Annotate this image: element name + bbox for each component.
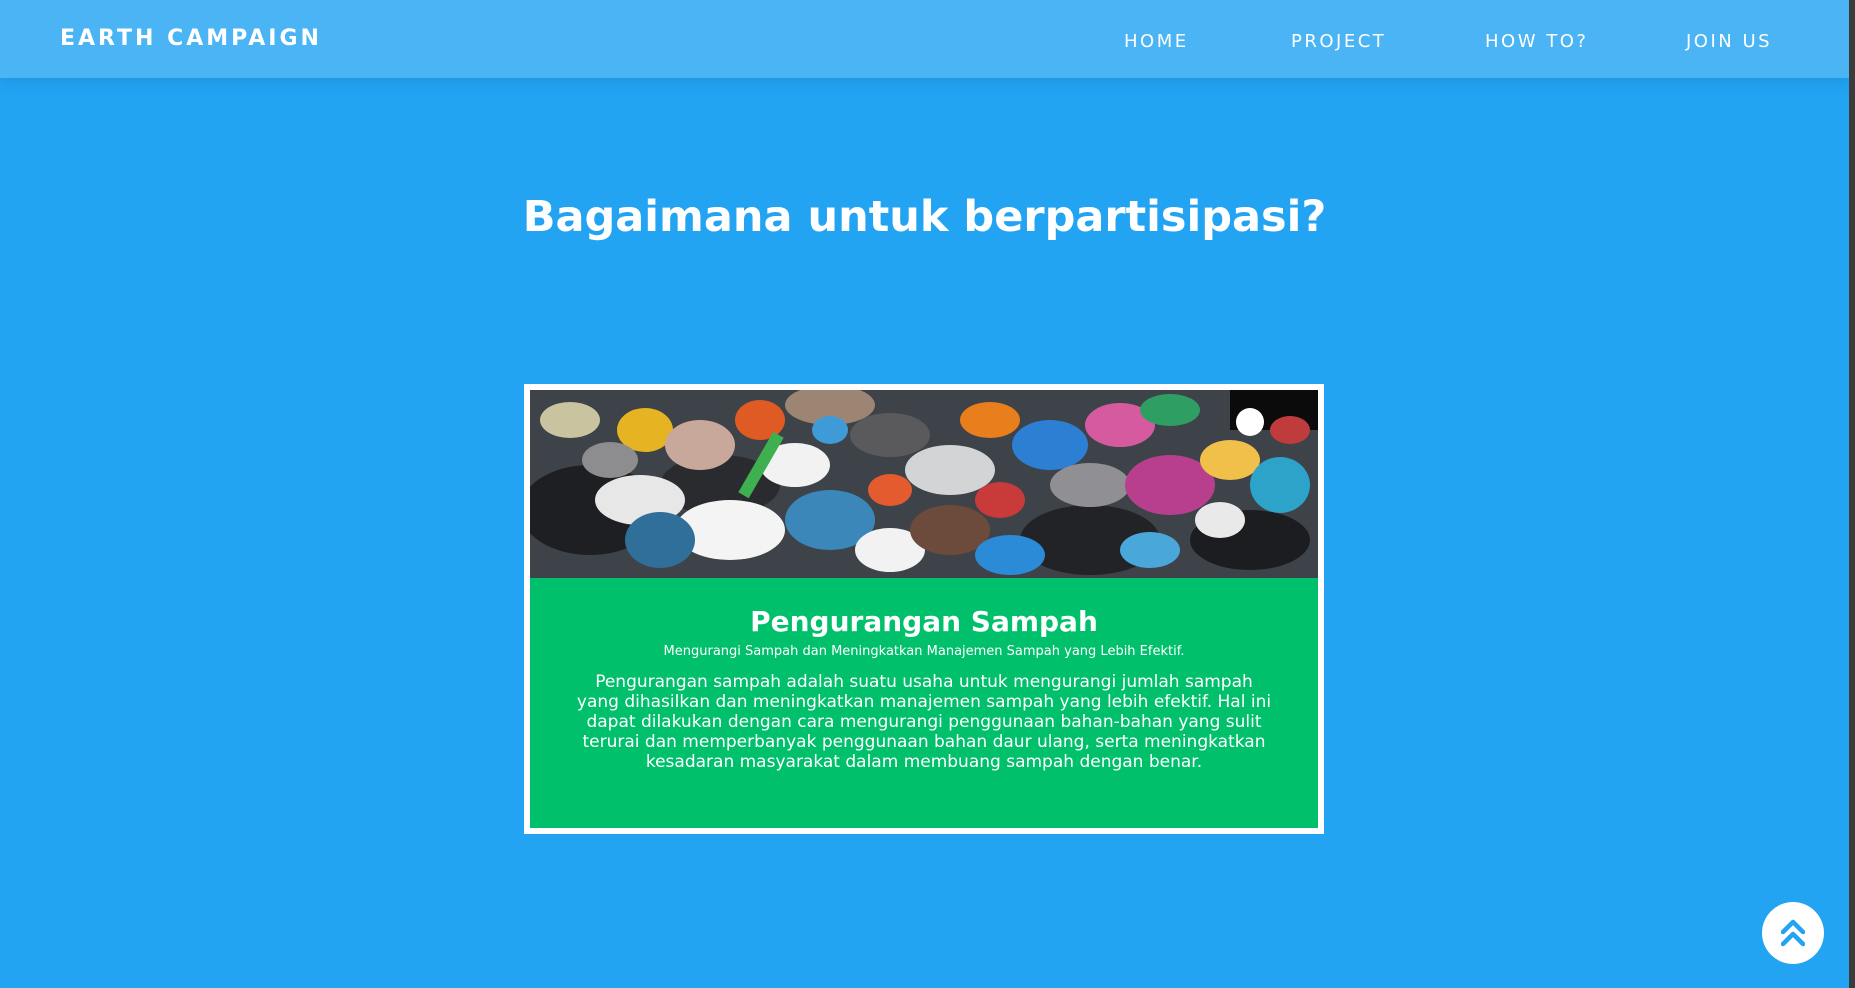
- back-to-top-button[interactable]: [1762, 902, 1824, 964]
- page-scrollbar[interactable]: [1849, 0, 1855, 988]
- nav-link-project[interactable]: PROJECT: [1291, 31, 1386, 52]
- nav-link-join-us[interactable]: JOIN US: [1686, 31, 1772, 52]
- nav-link-how-to[interactable]: HOW TO?: [1485, 31, 1588, 52]
- brand-logo[interactable]: EARTH CAMPAIGN: [60, 26, 322, 51]
- double-chevron-up-icon: [1781, 919, 1805, 947]
- navbar: EARTH CAMPAIGN HOME PROJECT HOW TO? JOIN…: [0, 0, 1849, 78]
- card-body: Pengurangan Sampah Mengurangi Sampah dan…: [530, 578, 1318, 828]
- card-subtitle: Mengurangi Sampah dan Meningkatkan Manaj…: [663, 644, 1185, 659]
- nav-link-home[interactable]: HOME: [1124, 31, 1189, 52]
- page-title: Bagaimana untuk berpartisipasi?: [522, 192, 1327, 242]
- garbage-pile-photo: [530, 390, 1318, 578]
- info-card: Pengurangan Sampah Mengurangi Sampah dan…: [524, 384, 1324, 834]
- card-title: Pengurangan Sampah: [750, 605, 1098, 638]
- card-description: Pengurangan sampah adalah suatu usaha un…: [576, 672, 1272, 772]
